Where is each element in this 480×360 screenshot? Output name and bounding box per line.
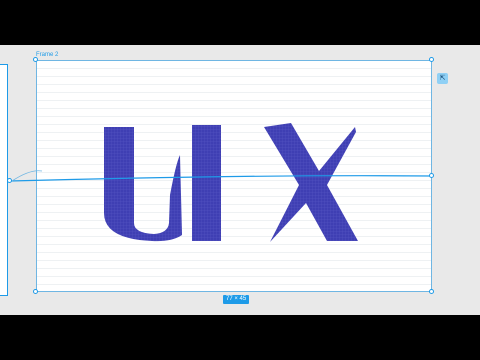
video-letterbox-top xyxy=(0,0,480,45)
expand-arrow-icon[interactable]: ⇱ xyxy=(437,73,448,84)
resize-handle-top-left[interactable] xyxy=(33,57,38,62)
selection-size-badge: 77 × 45 xyxy=(223,295,250,304)
bezier-control-curve xyxy=(11,170,43,182)
video-letterbox-bottom xyxy=(0,315,480,360)
path-anchor-left[interactable] xyxy=(7,178,12,183)
resize-handle-bottom-left[interactable] xyxy=(33,289,38,294)
resize-handle-bottom-right[interactable] xyxy=(429,289,434,294)
bezier-path-line[interactable] xyxy=(9,175,433,182)
selection-overlay xyxy=(9,170,433,182)
resize-handle-top-right[interactable] xyxy=(429,57,434,62)
design-canvas[interactable]: Frame 2 ⇱ 77 × 45 xyxy=(0,45,480,315)
path-anchor-right[interactable] xyxy=(429,173,434,178)
